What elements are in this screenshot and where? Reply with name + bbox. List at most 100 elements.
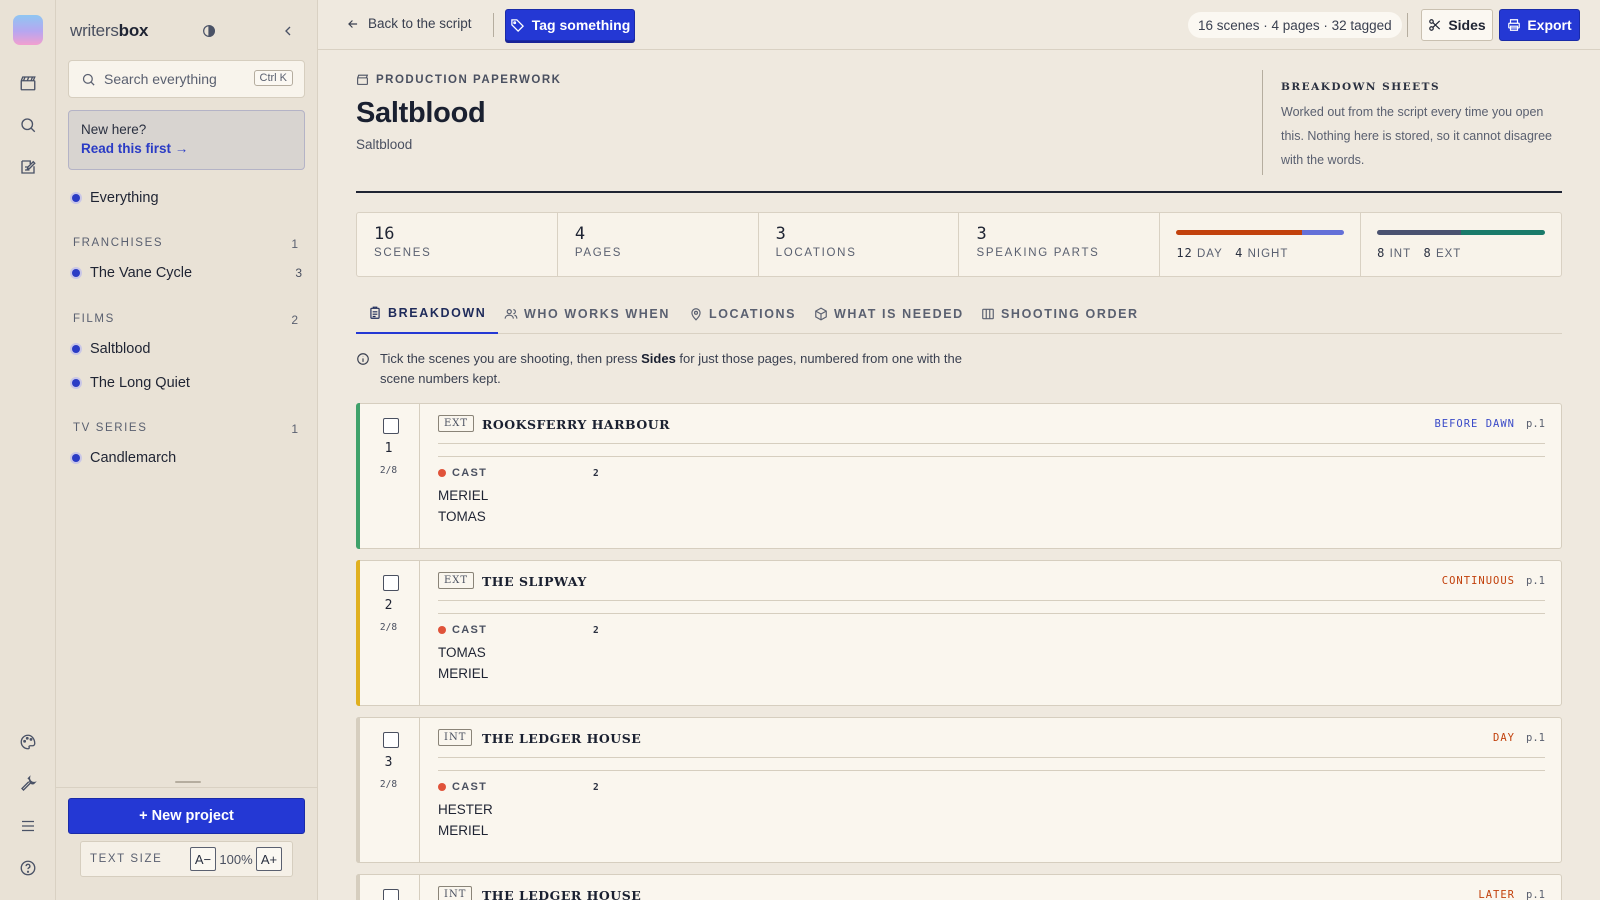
cast-heading: CAST <box>452 781 488 793</box>
stat-locations: 3 LOCATIONS <box>759 213 960 276</box>
search-icon[interactable] <box>15 112 41 138</box>
scene-checkbox[interactable] <box>383 889 399 900</box>
cast-heading: CAST <box>452 467 488 479</box>
page-ref: p.1 <box>1526 575 1545 587</box>
scene-card: 1 2/8 EXT ROOKSFERRY HARBOUR BEFORE DAWN… <box>356 403 1562 549</box>
notepad-edit-icon[interactable] <box>15 154 41 180</box>
sidebar-item-label: Saltblood <box>90 341 151 357</box>
wrench-icon[interactable] <box>15 771 41 797</box>
collapse-sidebar-icon[interactable] <box>278 21 298 41</box>
stat-scenes: 16 SCENES <box>357 213 558 276</box>
clapperboard-icon[interactable] <box>15 70 41 96</box>
scene-gutter <box>357 875 420 900</box>
brand-wordmark: writersbox <box>70 21 148 41</box>
text-size-label: TEXT SIZE <box>90 853 163 865</box>
page-title: Saltblood <box>356 97 486 129</box>
sidebar-item-label: The Long Quiet <box>90 375 190 391</box>
scene-length: 2/8 <box>379 779 398 790</box>
note-title: BREAKDOWN SHEETS <box>1281 81 1441 93</box>
scene-heading: INT THE LEDGER HOUSE DAY p.1 <box>438 728 1545 758</box>
increase-text-size-button[interactable]: A+ <box>256 847 282 871</box>
tab-label: WHAT IS NEEDED <box>834 307 964 321</box>
search-placeholder: Search everything <box>104 71 217 87</box>
export-button[interactable]: Export <box>1499 9 1580 41</box>
clipboard-icon <box>370 306 380 319</box>
app-logo[interactable] <box>13 15 43 45</box>
help-icon[interactable] <box>15 855 41 881</box>
stat-day-night: 12 DAY 4 NIGHT <box>1160 213 1362 276</box>
tab-locations[interactable]: LOCATIONS <box>689 294 796 334</box>
ext-count: 8 <box>1423 246 1432 260</box>
sides-label: Sides <box>1448 17 1486 33</box>
tag-something-button[interactable]: Tag something <box>505 9 635 41</box>
search-icon <box>82 73 95 86</box>
tab-label: BREAKDOWN <box>388 306 487 320</box>
scene-checkbox[interactable] <box>383 732 399 748</box>
section-count: 1 <box>291 422 298 436</box>
scene-location: THE LEDGER HOUSE <box>482 731 642 746</box>
search-input[interactable]: Search everything Ctrl K <box>68 60 305 98</box>
menu-icon[interactable] <box>15 813 41 839</box>
stat-int-ext: 8 INT 8 EXT <box>1361 213 1561 276</box>
main-content: PRODUCTION PAPERWORK Saltblood Saltblood… <box>356 50 1562 900</box>
contrast-icon[interactable] <box>199 21 219 41</box>
stat-pages: 4 PAGES <box>558 213 759 276</box>
new-project-button[interactable]: + New project <box>68 798 305 834</box>
tab-breakdown[interactable]: BREAKDOWN <box>356 294 499 334</box>
page-ref: p.1 <box>1526 732 1545 744</box>
day-night-bar <box>1176 230 1345 235</box>
scene-location: THE SLIPWAY <box>482 574 587 589</box>
hint-text: Tick the scenes you are shooting, then p… <box>380 351 642 366</box>
scene-location: ROOKSFERRY HARBOUR <box>482 417 670 432</box>
night-count: 4 <box>1235 246 1244 260</box>
page-ref: p.1 <box>1526 889 1545 900</box>
scene-gutter: 3 2/8 <box>357 718 420 862</box>
tab-what-is-needed[interactable]: WHAT IS NEEDED <box>814 294 964 334</box>
item-count: 3 <box>295 266 302 280</box>
time-of-day: BEFORE DAWN <box>1434 418 1515 430</box>
stat-value: 4 <box>574 224 586 244</box>
cast-dot-icon <box>438 783 446 791</box>
sidebar-item-the-vane-cycle[interactable]: The Vane Cycle 3 <box>72 265 302 281</box>
day-segment <box>1176 230 1303 235</box>
text-size-value: 100% <box>219 851 253 867</box>
breakdown-sheets-note: BREAKDOWN SHEETS Worked out from the scr… <box>1262 70 1562 175</box>
divider <box>438 456 1545 457</box>
sidebar-item-candlemarch[interactable]: Candlemarch <box>72 450 302 466</box>
sides-button[interactable]: Sides <box>1421 9 1493 41</box>
tab-label: WHO WORKS WHEN <box>524 307 670 321</box>
stat-speaking-parts: 3 SPEAKING PARTS <box>959 213 1161 276</box>
brand-prefix: writers <box>70 21 119 40</box>
section-label: TV SERIES <box>73 422 148 434</box>
cast-label: CAST <box>438 781 487 793</box>
int-ext-badge: EXT <box>438 572 475 589</box>
decrease-text-size-button[interactable]: A− <box>190 847 216 871</box>
scene-checkbox[interactable] <box>383 575 399 591</box>
cast-member: HESTER <box>438 802 493 817</box>
tab-shooting-order[interactable]: SHOOTING ORDER <box>981 294 1139 334</box>
icon-rail <box>0 0 56 900</box>
scene-checkbox[interactable] <box>383 418 399 434</box>
scissors-icon <box>1429 19 1441 31</box>
back-label: Back to the script <box>368 16 472 31</box>
cast-member: MERIEL <box>438 488 489 503</box>
bullet-icon <box>72 379 80 387</box>
hint-emphasis: Sides <box>641 351 676 366</box>
section-count: 2 <box>291 313 298 327</box>
cast-dot-icon <box>438 469 446 477</box>
divider <box>438 613 1545 614</box>
int-ext-bar <box>1377 230 1546 235</box>
back-to-script-link[interactable]: Back to the script <box>346 16 472 31</box>
sidebar-item-everything[interactable]: Everything <box>72 190 302 206</box>
palette-icon[interactable] <box>15 729 41 755</box>
sidebar-item-saltblood[interactable]: Saltblood <box>72 341 302 357</box>
section-label: FRANCHISES <box>73 237 164 249</box>
ext-segment <box>1461 230 1546 235</box>
tab-who-works-when[interactable]: WHO WORKS WHEN <box>504 294 670 334</box>
stat-value: 16 <box>374 224 395 244</box>
scene-card: 3 2/8 INT THE LEDGER HOUSE DAY p.1 CAST … <box>356 717 1562 863</box>
sidebar-item-the-long-quiet[interactable]: The Long Quiet <box>72 375 302 391</box>
read-this-first-link[interactable]: Read this first → <box>81 141 292 156</box>
resize-handle[interactable] <box>175 781 201 783</box>
time-of-day: CONTINUOUS <box>1441 575 1515 587</box>
